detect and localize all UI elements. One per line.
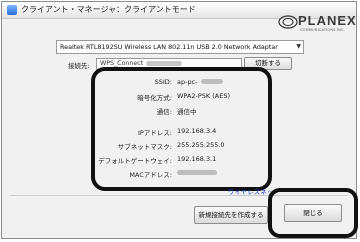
new-connection-button[interactable]: 新規接続先を作成する: [194, 206, 268, 224]
adapter-selected-value: Realtek RTL8192SU Wireless LAN 802.11n U…: [60, 43, 278, 51]
connection-label: 接続先:: [68, 62, 90, 70]
detail-value: 通信中: [177, 108, 197, 116]
brand-tagline: COMMUNICATIONS INC.: [300, 28, 345, 32]
planex-logo: PLANEX COMMUNICATIONS INC.: [278, 13, 356, 35]
redacted-value: [177, 170, 217, 175]
detail-label: MACアドレス:: [129, 171, 172, 179]
connection-details-panel: SSID: ap-pc- 暗号化方式: WPA2-PSK (AES) 通信: 通…: [91, 67, 272, 191]
planex-logo-icon: [278, 15, 298, 29]
brand-name: PLANEX: [298, 13, 357, 28]
close-button-highlight: 閉じる: [268, 188, 358, 238]
detail-label: SSID:: [154, 78, 172, 86]
redacted-value: [146, 60, 183, 66]
detail-value: WPA2-PSK (AES): [177, 92, 230, 100]
detail-label: デフォルトゲートウェイ:: [98, 157, 172, 165]
detail-label: サブネットマスク:: [117, 143, 172, 151]
detail-value: ap-pc-: [177, 78, 198, 86]
detail-label: 暗号化方式:: [137, 94, 172, 102]
detail-label: IPアドレス:: [137, 129, 172, 137]
app-icon: [7, 5, 17, 15]
window-title: クライアント・マネージャ：クライアントモード: [21, 5, 196, 14]
redacted-value: [201, 79, 223, 84]
detail-value: 192.168.3.1: [177, 155, 217, 163]
chevron-down-icon: ▼: [296, 43, 301, 50]
adapter-dropdown[interactable]: Realtek RTL8192SU Wireless LAN 802.11n U…: [56, 40, 304, 54]
detail-value: 192.168.3.4: [177, 127, 217, 135]
detail-label: 通信:: [156, 108, 172, 116]
detail-value: 255.255.255.0: [177, 141, 225, 149]
connection-selected-value: WPS_Connect: [100, 60, 144, 67]
close-button[interactable]: 閉じる: [284, 204, 342, 222]
